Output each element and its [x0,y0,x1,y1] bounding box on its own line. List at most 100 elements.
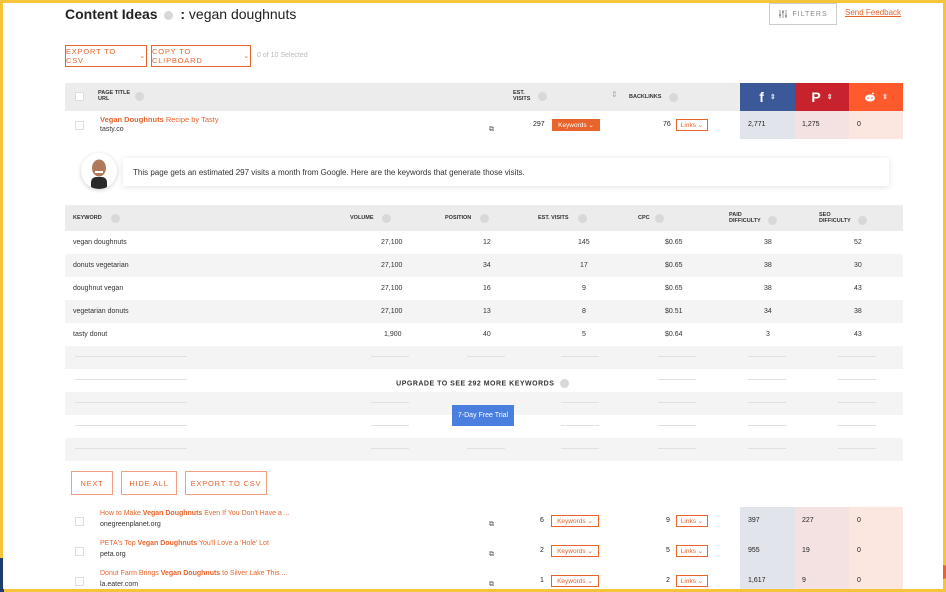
send-feedback-link[interactable]: Send Feedback [845,8,901,17]
keyword-row: donuts vegetarian 27,100 34 17 $0.65 38 … [65,254,903,277]
pinterest-shares: 9 [802,577,806,584]
row-checkbox[interactable] [75,547,84,556]
facebook-column-header[interactable]: f ⇕ [740,83,795,111]
external-link-icon[interactable]: ⧉ [489,521,494,529]
paid-difficulty-column-header[interactable]: PAID DIFFICULTY [729,212,761,224]
sort-icon[interactable]: ⇕ [611,90,618,99]
help-icon[interactable] [538,92,547,101]
chevron-down-icon: ⌄ [587,518,593,525]
external-link-icon[interactable]: ⧉ [489,581,494,589]
export-csv-button[interactable]: EXPORT TO CSV ⌄ [65,45,147,67]
external-link-icon[interactable]: ⧉ [489,126,494,134]
chevron-down-icon: ⌄ [697,518,704,525]
export-keywords-label: EXPORT TO CSV [190,478,262,488]
result-title-post: You'll Love a 'Hole' Lot [197,540,269,547]
position-column-header[interactable]: POSITION [445,215,471,221]
help-icon[interactable] [669,93,678,102]
help-icon[interactable] [111,214,120,223]
links-button[interactable]: Links ⌄ [676,575,708,587]
copy-clipboard-button[interactable]: COPY TO CLIPBOARD ⌄ [151,45,251,67]
hide-all-button[interactable]: HIDE ALL [121,471,177,495]
help-icon[interactable] [768,216,777,225]
keyword-paid-difficulty: 38 [764,262,772,269]
reddit-column-header[interactable]: ⇕ [849,83,903,111]
keyword-paid-difficulty: 38 [764,285,772,292]
keyword-visits: 145 [578,239,590,246]
keywords-button[interactable]: Keywords ⌄ [551,575,599,587]
page-title-column-header[interactable]: PAGE TITLE URL [98,90,130,102]
keyword-seo-difficulty: 43 [854,285,862,292]
hide-all-label: HIDE ALL [129,478,169,488]
cpc-column-header[interactable]: CPC [638,215,650,221]
help-icon[interactable] [135,92,144,101]
result-title-post: to Silver Lake This ... [220,570,288,577]
keywords-button[interactable]: Keywords ⌄ [551,515,599,527]
volume-header-label: VOLUME [350,215,374,221]
chevron-down-icon: ⌄ [697,122,704,129]
links-label: Links [680,517,696,525]
est-visits-column-header[interactable]: EST. VISITS [513,90,530,102]
keyword-row: vegetarian donuts 27,100 13 8 $0.51 34 3… [65,300,903,323]
backlinks-column-header[interactable]: BACKLINKS [629,94,661,100]
keyword-position: 34 [483,262,491,269]
volume-column-header[interactable]: VOLUME [350,215,374,221]
keyword-text: vegan doughnuts [73,239,127,246]
result-title-link[interactable]: How to Make Vegan Doughnuts Even If You … [100,510,290,517]
locked-row [65,346,903,369]
keywords-label: Keywords [557,577,586,585]
links-button[interactable]: Links ⌄ [676,119,708,131]
copy-clipboard-label: COPY TO CLIPBOARD [152,47,203,65]
keyword-cpc: $0.64 [665,331,683,338]
result-row: Donut Farm Brings Vegan Doughnuts to Sil… [65,567,903,589]
keyword-column-header[interactable]: KEYWORD [73,215,102,221]
export-keywords-csv-button[interactable]: EXPORT TO CSV [185,471,267,495]
free-trial-button[interactable]: 7-Day Free Trial [452,405,514,426]
next-button[interactable]: NEXT [71,471,113,495]
sliders-icon [779,10,788,18]
help-icon[interactable] [578,214,587,223]
keyword-row: doughnut vegan 27,100 16 9 $0.65 38 43 [65,277,903,300]
row-checkbox[interactable] [75,577,84,586]
keywords-button[interactable]: Keywords ⌄ [552,119,600,131]
help-icon[interactable] [382,214,391,223]
keywords-label: Keywords [558,121,587,129]
result-title-link[interactable]: Vegan Doughnuts Recipe by Tasty [100,115,219,124]
seo-difficulty-column-header[interactable]: SEO DIFFICULTY [819,212,851,224]
help-icon[interactable] [164,10,174,20]
keywords-button[interactable]: Keywords ⌄ [551,545,599,557]
links-button[interactable]: Links ⌄ [676,545,708,557]
notice-text: This page gets an estimated 297 visits a… [133,167,525,177]
row-checkbox[interactable] [75,517,84,526]
title-separator: : [180,6,186,22]
chevron-down-icon: ⌄ [697,548,704,555]
links-label: Links [680,121,696,129]
help-icon[interactable] [480,214,489,223]
chevron-down-icon: ⌄ [588,122,594,129]
chevron-down-icon: ⌄ [587,548,593,555]
filters-button[interactable]: FILTERS [769,3,837,25]
external-link-icon[interactable]: ⧉ [489,551,494,559]
select-all-checkbox[interactable] [75,92,84,101]
result-row: Vegan Doughnuts Recipe by Tasty tasty.co… [65,111,903,139]
result-visits: 297 [533,121,545,128]
pinterest-column-header[interactable]: P ⇕ [795,83,849,111]
keyword-volume: 27,100 [381,308,403,315]
help-icon[interactable] [858,216,867,225]
row-checkbox[interactable] [75,121,84,130]
pinterest-shares: 1,275 [802,121,820,128]
help-icon[interactable] [655,214,664,223]
keyword-header-label: KEYWORD [73,215,102,221]
pinterest-shares: 227 [802,517,814,524]
result-title-link[interactable]: PETA's Top Vegan Doughnuts You'll Love a… [100,540,269,547]
difficulty-header-label: DIFFICULTY [819,218,851,224]
help-icon[interactable] [559,379,569,388]
reddit-icon [865,92,876,102]
links-button[interactable]: Links ⌄ [676,515,708,527]
links-label: Links [680,577,696,585]
result-title-link[interactable]: Donut Farm Brings Vegan Doughnuts to Sil… [100,570,287,577]
est-visits-column-header[interactable]: EST. VISITS [538,215,569,221]
pinterest-shares: 19 [802,547,810,554]
keyword-cpc: $0.65 [665,285,683,292]
keyword-paid-difficulty: 38 [764,239,772,246]
url-header-label: URL [98,96,110,102]
